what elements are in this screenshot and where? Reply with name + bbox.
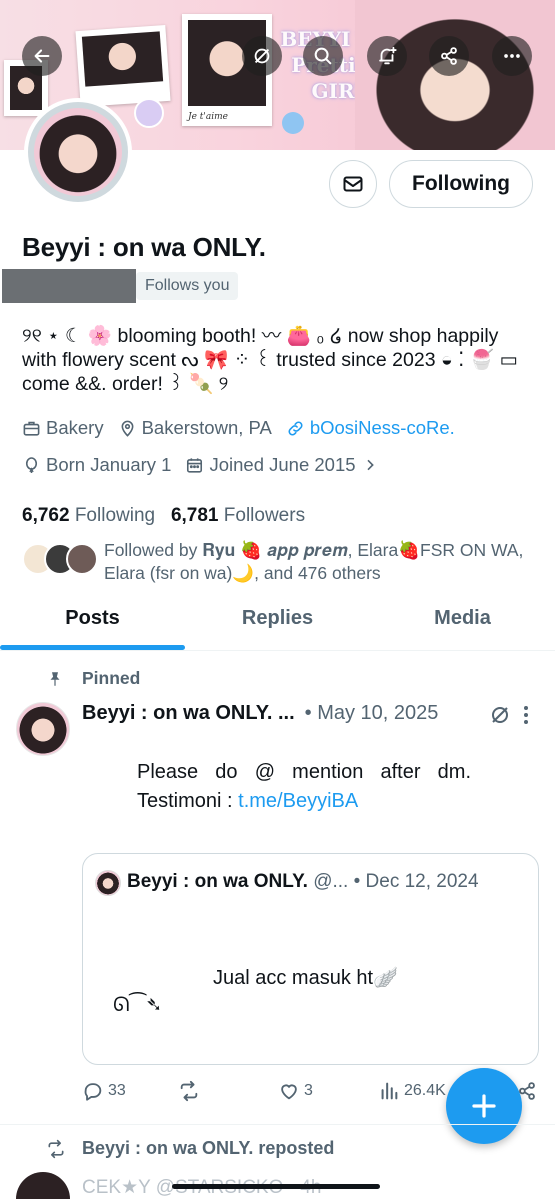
repost-button[interactable] — [178, 1080, 204, 1102]
mutual-followers-avatars[interactable] — [22, 543, 102, 577]
more-horizontal-icon — [504, 54, 520, 58]
repost-label: Beyyi : on wa ONLY. reposted — [82, 1138, 335, 1158]
view-count: 26.4K — [404, 1082, 446, 1099]
follow-counts: 6,762 Following 6,781 Followers — [22, 505, 305, 527]
quoted-author-handle: @... — [313, 871, 349, 892]
post-divider — [0, 1124, 555, 1125]
followers-count-link[interactable]: 6,781 Followers — [171, 505, 305, 526]
website-item[interactable]: bOosiNess-coRe. — [286, 417, 455, 439]
search-icon — [314, 47, 332, 65]
follows-you-badge: Follows you — [136, 272, 239, 300]
post-author-avatar[interactable] — [16, 702, 70, 756]
grok-icon[interactable] — [488, 703, 512, 727]
plus-icon — [472, 1094, 496, 1118]
more-vertical-icon[interactable] — [522, 704, 530, 726]
views-button[interactable]: 26.4K — [378, 1080, 446, 1102]
grok-button[interactable] — [242, 36, 282, 76]
grok-icon — [254, 48, 270, 64]
post-link[interactable]: t.me/BeyyiBA — [238, 790, 358, 812]
repost-indicator: Beyyi : on wa ONLY. reposted — [46, 1138, 334, 1159]
post-date[interactable]: • May 10, 2025 — [305, 702, 439, 725]
following-count: 6,762 — [22, 505, 70, 526]
redacted-handle — [2, 269, 136, 303]
chevron-right-icon — [366, 459, 374, 471]
heart-icon — [281, 1084, 297, 1100]
banner-sticker-badge — [282, 112, 304, 134]
joined-text: Joined June 2015 — [209, 454, 356, 475]
arrow-left-icon — [34, 49, 50, 63]
share-button[interactable] — [429, 36, 469, 76]
reply-icon — [84, 1083, 102, 1101]
followers-count: 6,781 — [170, 505, 219, 526]
avatar — [66, 543, 98, 575]
post-header-actions — [488, 703, 530, 727]
post-author-name[interactable]: Beyyi : on wa ONLY. ... — [82, 702, 295, 725]
profile-meta-row-2: Born January 1 Joined June 2015 — [22, 454, 397, 476]
pinned-label: Pinned — [82, 668, 141, 688]
pinned-indicator: Pinned — [46, 668, 140, 689]
banner-sticker-bubble — [134, 98, 164, 128]
birthday-item: Born January 1 — [22, 454, 171, 476]
quoted-author-name: Beyyi : on wa ONLY. — [127, 871, 308, 892]
repost-icon — [180, 1080, 198, 1102]
banner-sticker-photo — [75, 24, 171, 108]
tab-posts[interactable]: Posts — [0, 596, 185, 650]
pin-icon — [50, 671, 60, 686]
notifications-button[interactable] — [367, 36, 407, 76]
display-name: Beyyi : on wa ONLY. — [22, 232, 266, 262]
following-button[interactable]: Following — [389, 160, 533, 208]
profile-meta-row-1: Bakery Bakerstown, PA bOosiNess-coRe. — [22, 417, 469, 439]
share-icon — [441, 47, 457, 65]
polaroid-caption: Je t'aime — [188, 112, 228, 122]
balloon-icon — [25, 456, 38, 473]
tab-replies[interactable]: Replies — [185, 596, 370, 650]
reply-count: 33 — [108, 1082, 126, 1099]
back-button[interactable] — [22, 36, 62, 76]
quoted-post[interactable]: Beyyi : on wa ONLY. @... • Dec 12, 2024 … — [82, 853, 539, 1065]
bar-chart-icon — [381, 1082, 398, 1100]
location-pin-icon — [121, 420, 134, 437]
profile-bio: ୨୧ ⋆ ☾ 🌸 blooming booth! 〰 👛 ₀ ໒ now sho… — [22, 325, 518, 395]
quoted-post-date: • Dec 12, 2024 — [353, 871, 479, 892]
quoted-post-text: Jual acc masuk ht🪽 — [213, 967, 398, 989]
reply-button[interactable]: 33 — [82, 1080, 126, 1102]
post-body: Please do @ mention after dm. Testimoni … — [137, 758, 471, 816]
mail-icon — [343, 176, 363, 192]
more-options-button[interactable] — [492, 36, 532, 76]
category-text: Bakery — [46, 417, 104, 438]
location-text: Bakerstown, PA — [141, 417, 272, 438]
profile-tabs: Posts Replies Media — [0, 596, 555, 651]
following-count-link[interactable]: 6,762 Following — [22, 505, 155, 526]
location-item: Bakerstown, PA — [118, 417, 272, 439]
active-tab-indicator — [0, 645, 185, 650]
link-icon — [288, 420, 303, 436]
bell-plus-icon — [379, 46, 397, 65]
joined-item[interactable]: Joined June 2015 — [185, 454, 382, 476]
followed-by-text[interactable]: Followed by 𝐑𝐲𝐮 🍓 𝒂𝒑𝒑 𝒑𝒓𝒆𝒎, Elara🍓FSR ON… — [104, 539, 544, 585]
website-link[interactable]: bOosiNess-coRe. — [310, 417, 455, 439]
followers-label: Followers — [223, 505, 306, 526]
like-count: 3 — [304, 1082, 313, 1099]
birthday-text: Born January 1 — [46, 454, 172, 475]
following-label: Following — [74, 505, 156, 526]
repost-icon — [48, 1139, 64, 1158]
profile-avatar[interactable] — [24, 98, 132, 206]
home-indicator[interactable] — [172, 1184, 380, 1189]
next-post-avatar[interactable] — [16, 1172, 70, 1199]
tab-media[interactable]: Media — [370, 596, 555, 650]
compose-post-button[interactable] — [446, 1068, 522, 1144]
category-item: Bakery — [22, 417, 104, 439]
quoted-post-header: Beyyi : on wa ONLY. @... • Dec 12, 2024 — [127, 871, 479, 893]
quoted-author-avatar — [95, 870, 121, 896]
message-button[interactable] — [329, 160, 377, 208]
post-header: Beyyi : on wa ONLY. ... • May 10, 2025 — [82, 702, 438, 725]
like-button[interactable]: 3 — [278, 1080, 313, 1102]
calendar-icon — [187, 457, 203, 473]
briefcase-icon — [23, 421, 40, 436]
quoted-post-decoration: ᘏ⁀➴ — [113, 994, 163, 1016]
search-button[interactable] — [303, 36, 343, 76]
